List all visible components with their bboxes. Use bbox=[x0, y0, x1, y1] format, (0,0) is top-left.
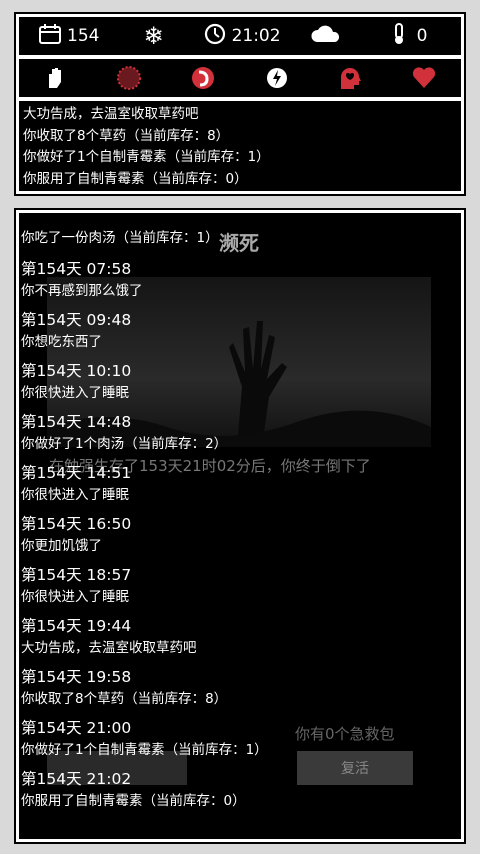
list-item: 第154天 07:58 你不再感到那么饿了 bbox=[21, 259, 461, 302]
head-heart-icon[interactable] bbox=[337, 65, 363, 91]
log-message: 你吃了一份肉汤（当前库存：1） bbox=[21, 230, 219, 246]
log-line: 大功告成，去温室收取草药吧 bbox=[23, 106, 199, 122]
time-stat: 21:02 bbox=[204, 17, 281, 55]
log-message: 你很快进入了睡眠 bbox=[21, 385, 129, 401]
virus-icon[interactable] bbox=[116, 65, 142, 91]
weather-cloud bbox=[311, 17, 341, 55]
log-time: 第154天 21:02 bbox=[21, 770, 132, 788]
log-message: 你服用了自制青霉素（当前库存：0） bbox=[21, 793, 246, 809]
condition-icons-bar bbox=[16, 56, 464, 100]
log-time: 第154天 18:57 bbox=[21, 566, 132, 584]
log-message: 你不再感到那么饿了 bbox=[21, 283, 143, 299]
snowflake-icon: ❄ bbox=[143, 22, 164, 50]
log-line: 你收取了8个草药（当前库存：8） bbox=[23, 127, 230, 144]
day-stat: 154 bbox=[39, 17, 99, 55]
brain-bolt-icon[interactable] bbox=[264, 65, 290, 91]
log-time: 第154天 14:51 bbox=[21, 464, 132, 482]
recent-log-panel: 大功告成，去温室收取草药吧 你收取了8个草药（当前库存：8） 你做好了1个自制青… bbox=[16, 98, 464, 194]
time-value: 21:02 bbox=[231, 26, 281, 46]
log-message: 你做好了1个肉汤（当前库存：2） bbox=[21, 436, 228, 452]
heart-icon[interactable] bbox=[411, 65, 437, 91]
temperature-stat: 0 bbox=[393, 17, 428, 55]
clock-icon bbox=[204, 23, 226, 50]
list-item: 第154天 21:00 你做好了1个自制青霉素（当前库存：1） bbox=[21, 718, 461, 761]
list-item: 第154天 21:02 你服用了自制青霉素（当前库存：0） bbox=[21, 769, 461, 812]
status-bar: 154 ❄ 21:02 0 bbox=[16, 14, 464, 58]
log-time: 第154天 09:48 bbox=[21, 311, 132, 329]
log-time: 第154天 10:10 bbox=[21, 362, 132, 380]
paper-edge-bottom bbox=[0, 844, 480, 854]
stomach-icon[interactable] bbox=[190, 65, 216, 91]
event-log-panel[interactable]: 濒死 在勉强生存了153天21时02分后，你终于倒下了 你有0个急救包 复活 你… bbox=[16, 210, 464, 842]
list-item: 第154天 18:57 你很快进入了睡眠 bbox=[21, 565, 461, 608]
cloud-icon bbox=[311, 24, 341, 49]
log-time: 第154天 14:48 bbox=[21, 413, 132, 431]
list-item: 第154天 09:48 你想吃东西了 bbox=[21, 310, 461, 353]
list-item: 第154天 16:50 你更加饥饿了 bbox=[21, 514, 461, 557]
paper-edge-top bbox=[0, 0, 480, 12]
list-item: 第154天 14:51 你很快进入了睡眠 bbox=[21, 463, 461, 506]
log-line: 你服用了自制青霉素（当前库存：0） bbox=[23, 170, 248, 187]
log-time: 第154天 07:58 bbox=[21, 260, 132, 278]
log-line: 你做好了1个自制青霉素（当前库存：1） bbox=[23, 149, 270, 165]
weather-cold: ❄ bbox=[143, 17, 163, 55]
log-time: 第154天 19:44 bbox=[21, 617, 132, 635]
log-message: 你想吃东西了 bbox=[21, 334, 102, 350]
calendar-icon bbox=[39, 23, 61, 49]
paper-edge-left bbox=[0, 0, 14, 854]
log-list: 你吃了一份肉汤（当前库存：1） 第154天 07:58 你不再感到那么饿了 第15… bbox=[21, 225, 461, 820]
list-item: 第154天 10:10 你很快进入了睡眠 bbox=[21, 361, 461, 404]
hand-icon[interactable] bbox=[43, 65, 69, 91]
log-message: 你更加饥饿了 bbox=[21, 538, 102, 554]
paper-edge-middle bbox=[0, 196, 480, 208]
day-value: 154 bbox=[67, 26, 100, 46]
list-item: 第154天 19:44 大功告成，去温室收取草药吧 bbox=[21, 616, 461, 659]
thermometer-icon bbox=[393, 22, 405, 50]
log-message: 大功告成，去温室收取草药吧 bbox=[21, 640, 197, 656]
list-item: 你吃了一份肉汤（当前库存：1） bbox=[21, 225, 461, 251]
log-message: 你收取了8个草药（当前库存：8） bbox=[21, 691, 228, 707]
log-time: 第154天 19:58 bbox=[21, 668, 132, 686]
log-message: 你很快进入了睡眠 bbox=[21, 589, 129, 605]
temperature-value: 0 bbox=[416, 26, 428, 46]
log-message: 你做好了1个自制青霉素（当前库存：1） bbox=[21, 742, 268, 758]
log-time: 第154天 16:50 bbox=[21, 515, 132, 533]
list-item: 第154天 19:58 你收取了8个草药（当前库存：8） bbox=[21, 667, 461, 710]
log-time: 第154天 21:00 bbox=[21, 719, 132, 737]
list-item: 第154天 14:48 你做好了1个肉汤（当前库存：2） bbox=[21, 412, 461, 455]
paper-edge-right bbox=[466, 0, 480, 854]
log-message: 你很快进入了睡眠 bbox=[21, 487, 129, 503]
